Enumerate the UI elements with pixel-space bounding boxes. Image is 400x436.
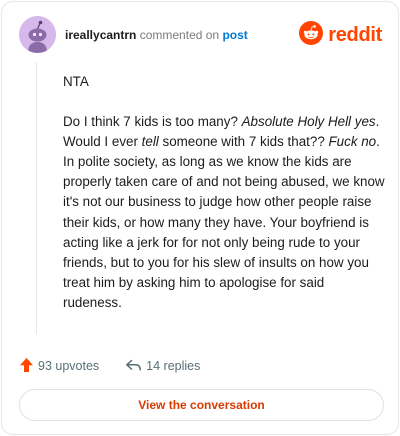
snoo-avatar-icon[interactable]	[19, 16, 56, 53]
meta-action-text: commented on	[139, 28, 220, 42]
upvote-arrow-icon	[19, 357, 34, 376]
comment-paragraph: Do I think 7 kids is too many? Absolute …	[63, 112, 385, 313]
author-name[interactable]: ireallycantrn	[65, 28, 136, 42]
comment-text: . In polite society, as long as we know …	[63, 134, 385, 310]
comment-card: ireallycantrn commented on post reddit N…	[1, 1, 399, 435]
upvote-count: 93 upvotes	[38, 359, 100, 373]
comment-text: NTA	[63, 74, 89, 89]
emphasis-text: Fuck no	[328, 134, 377, 150]
view-conversation-button[interactable]: View the conversation	[19, 389, 384, 421]
reply-count: 14 replies	[146, 359, 201, 373]
comment-header: ireallycantrn commented on post reddit	[19, 16, 382, 54]
replies-button[interactable]: 14 replies	[125, 358, 200, 375]
reply-arrow-icon	[125, 358, 142, 375]
reddit-wordmark: reddit	[328, 23, 382, 46]
comment-meta: ireallycantrn commented on post	[65, 28, 248, 42]
comment-paragraph: NTA	[63, 72, 385, 92]
reddit-brand[interactable]: reddit	[299, 20, 382, 50]
comment-body: NTA Do I think 7 kids is too many? Absolu…	[63, 72, 385, 333]
comment-text: Do I think 7 kids is too many?	[63, 114, 242, 130]
thread-line	[36, 62, 37, 334]
emphasis-text: Absolute Holy Hell yes	[241, 114, 376, 130]
comment-actions: 93 upvotes 14 replies	[19, 355, 200, 377]
reddit-logo-icon	[299, 20, 324, 50]
post-link[interactable]: post	[222, 28, 247, 42]
comment-text: someone with 7 kids that??	[158, 134, 329, 150]
upvote-button[interactable]: 93 upvotes	[19, 357, 99, 376]
emphasis-text: tell	[141, 134, 159, 150]
